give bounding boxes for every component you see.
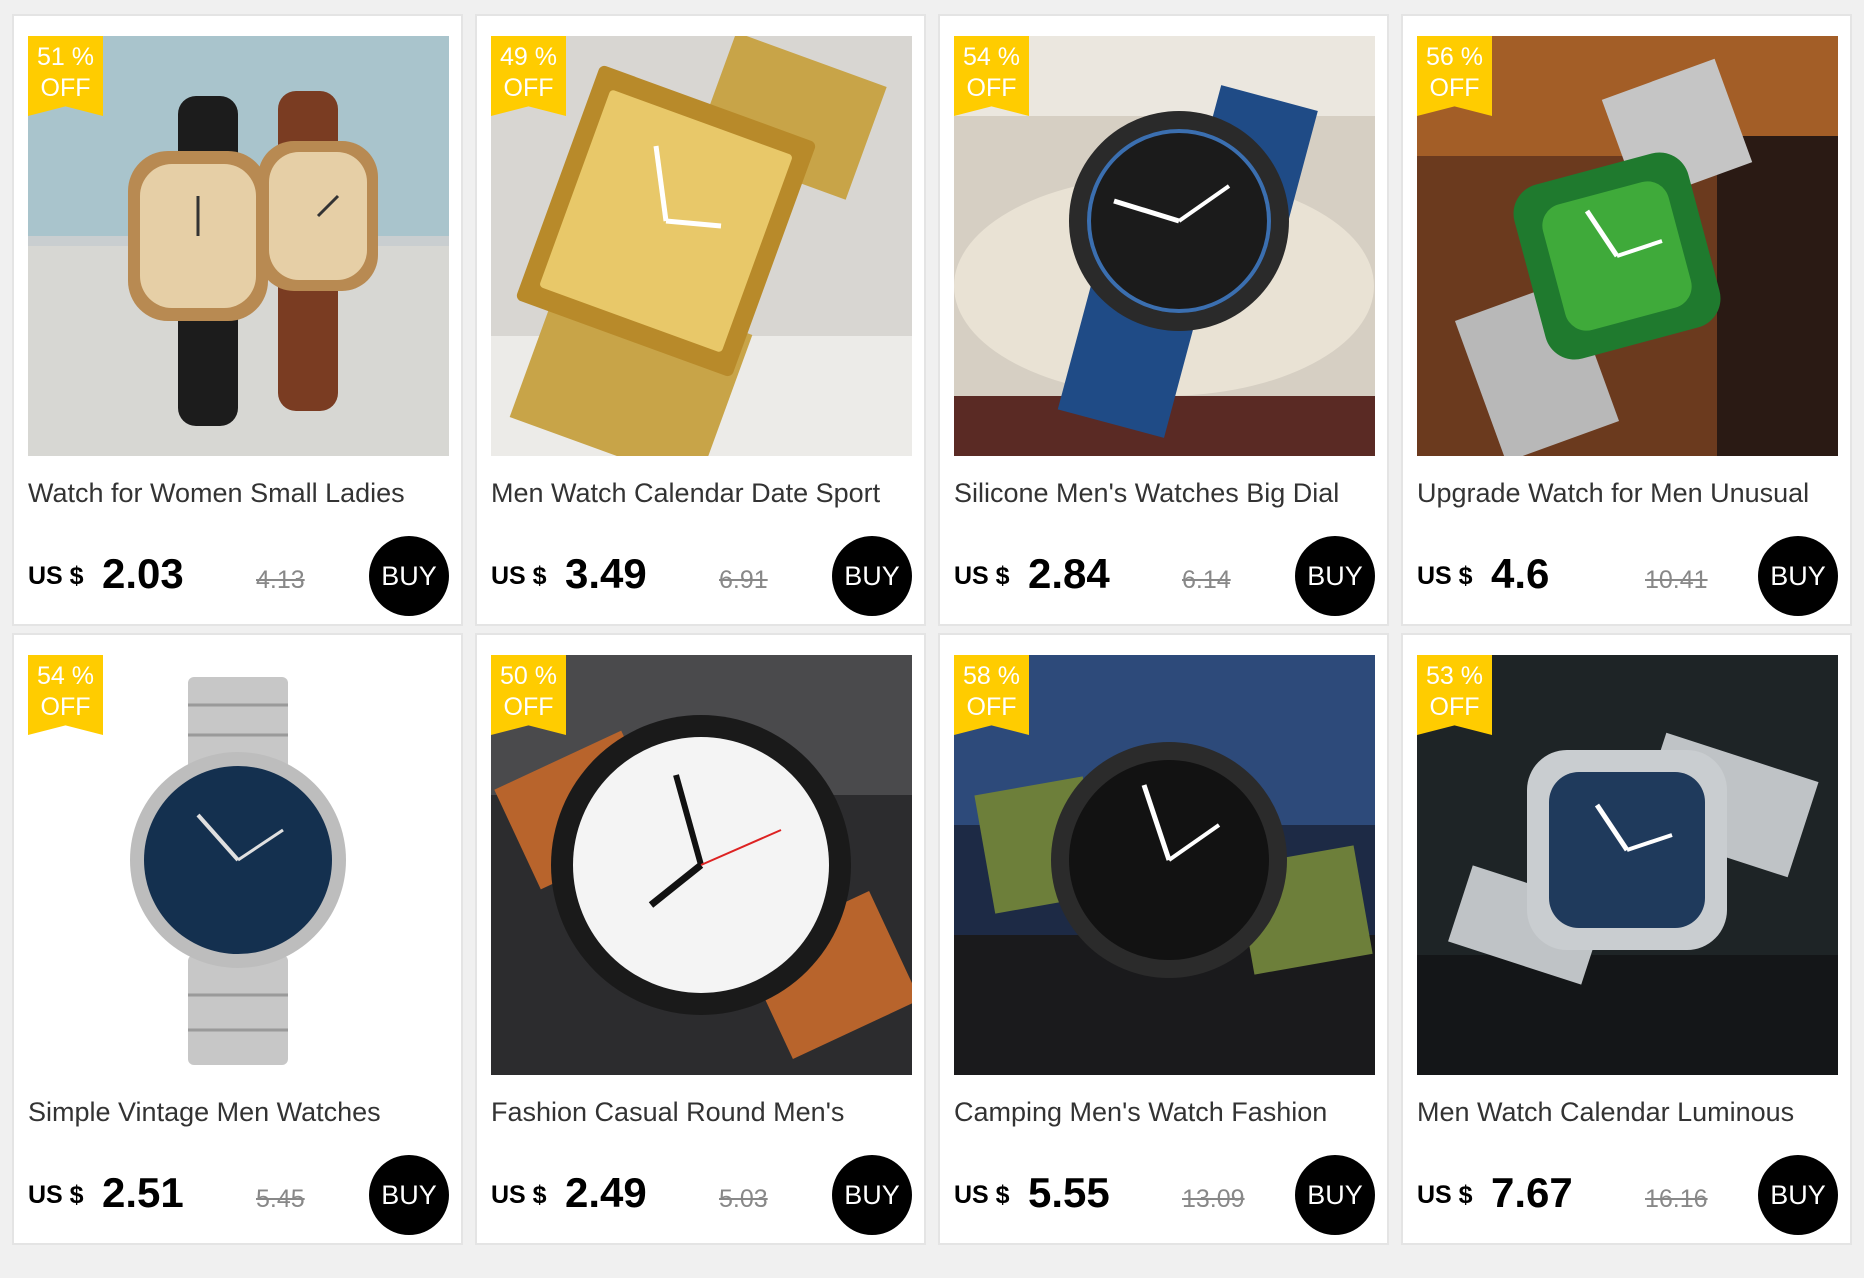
original-price: 4.13 (256, 566, 305, 594)
price-row: US $ 5.55 13.09 BUY (954, 1155, 1375, 1235)
current-price: 2.03 (102, 550, 184, 597)
discount-percent: 54 % (963, 43, 1020, 71)
currency-label: US $ (1417, 562, 1473, 590)
currency-label: US $ (954, 562, 1010, 590)
product-card[interactable]: 51 % OFF Watch for Women Small Ladies US… (12, 14, 463, 626)
current-price: 2.84 (1028, 550, 1110, 597)
original-price: 6.91 (719, 566, 768, 594)
original-price: 6.14 (1182, 566, 1231, 594)
buy-button[interactable]: BUY (1758, 536, 1838, 616)
currency-label: US $ (1417, 1181, 1473, 1209)
product-card[interactable]: 54 % OFF Simple Vintage Men Watches US $… (12, 633, 463, 1245)
buy-button[interactable]: BUY (832, 536, 912, 616)
product-title[interactable]: Silicone Men's Watches Big Dial (954, 478, 1379, 509)
current-price: 4.6 (1491, 550, 1550, 597)
discount-badge: 58 % OFF (954, 655, 1029, 735)
original-price: 5.45 (256, 1185, 305, 1213)
discount-percent: 53 % (1426, 662, 1483, 690)
discount-percent: 50 % (500, 662, 557, 690)
discount-off-label: OFF (503, 693, 554, 721)
product-grid: 51 % OFF Watch for Women Small Ladies US… (12, 14, 1852, 1245)
product-card[interactable]: 54 % OFF Silicone Men's Watches Big Dial… (938, 14, 1389, 626)
discount-off-label: OFF (1429, 693, 1480, 721)
current-price: 2.51 (102, 1169, 184, 1216)
discount-badge: 50 % OFF (491, 655, 566, 735)
discount-off-label: OFF (966, 693, 1017, 721)
discount-badge: 54 % OFF (954, 36, 1029, 116)
product-card[interactable]: 58 % OFF Camping Men's Watch Fashion US … (938, 633, 1389, 1245)
product-card[interactable]: 53 % OFF Men Watch Calendar Luminous US … (1401, 633, 1852, 1245)
original-price: 5.03 (719, 1185, 768, 1213)
product-card[interactable]: 49 % OFF Men Watch Calendar Date Sport U… (475, 14, 926, 626)
buy-button[interactable]: BUY (1295, 536, 1375, 616)
discount-off-label: OFF (40, 74, 91, 102)
discount-off-label: OFF (966, 74, 1017, 102)
discount-badge: 53 % OFF (1417, 655, 1492, 735)
product-title[interactable]: Upgrade Watch for Men Unusual (1417, 478, 1842, 509)
product-title[interactable]: Men Watch Calendar Luminous (1417, 1097, 1842, 1128)
current-price: 3.49 (565, 550, 647, 597)
discount-off-label: OFF (1429, 74, 1480, 102)
currency-label: US $ (28, 562, 84, 590)
buy-button[interactable]: BUY (832, 1155, 912, 1235)
buy-button[interactable]: BUY (369, 1155, 449, 1235)
discount-off-label: OFF (40, 693, 91, 721)
buy-button[interactable]: BUY (369, 536, 449, 616)
discount-badge: 56 % OFF (1417, 36, 1492, 116)
product-title[interactable]: Men Watch Calendar Date Sport (491, 478, 916, 509)
price-row: US $ 4.6 10.41 BUY (1417, 536, 1838, 616)
current-price: 5.55 (1028, 1169, 1110, 1216)
price-row: US $ 3.49 6.91 BUY (491, 536, 912, 616)
discount-percent: 51 % (37, 43, 94, 71)
product-title[interactable]: Camping Men's Watch Fashion (954, 1097, 1379, 1128)
original-price: 16.16 (1645, 1185, 1708, 1213)
discount-badge: 51 % OFF (28, 36, 103, 116)
product-title[interactable]: Watch for Women Small Ladies (28, 478, 453, 509)
discount-percent: 56 % (1426, 43, 1483, 71)
discount-percent: 58 % (963, 662, 1020, 690)
currency-label: US $ (491, 562, 547, 590)
price-row: US $ 7.67 16.16 BUY (1417, 1155, 1838, 1235)
discount-badge: 49 % OFF (491, 36, 566, 116)
price-row: US $ 2.03 4.13 BUY (28, 536, 449, 616)
currency-label: US $ (28, 1181, 84, 1209)
discount-off-label: OFF (503, 74, 554, 102)
current-price: 2.49 (565, 1169, 647, 1216)
product-title[interactable]: Simple Vintage Men Watches (28, 1097, 453, 1128)
product-title[interactable]: Fashion Casual Round Men's (491, 1097, 916, 1128)
original-price: 10.41 (1645, 566, 1708, 594)
price-row: US $ 2.49 5.03 BUY (491, 1155, 912, 1235)
currency-label: US $ (491, 1181, 547, 1209)
discount-badge: 54 % OFF (28, 655, 103, 735)
discount-percent: 49 % (500, 43, 557, 71)
price-row: US $ 2.84 6.14 BUY (954, 536, 1375, 616)
product-card[interactable]: 56 % OFF Upgrade Watch for Men Unusual U… (1401, 14, 1852, 626)
original-price: 13.09 (1182, 1185, 1245, 1213)
buy-button[interactable]: BUY (1758, 1155, 1838, 1235)
currency-label: US $ (954, 1181, 1010, 1209)
discount-percent: 54 % (37, 662, 94, 690)
current-price: 7.67 (1491, 1169, 1573, 1216)
product-card[interactable]: 50 % OFF Fashion Casual Round Men's US $… (475, 633, 926, 1245)
price-row: US $ 2.51 5.45 BUY (28, 1155, 449, 1235)
buy-button[interactable]: BUY (1295, 1155, 1375, 1235)
